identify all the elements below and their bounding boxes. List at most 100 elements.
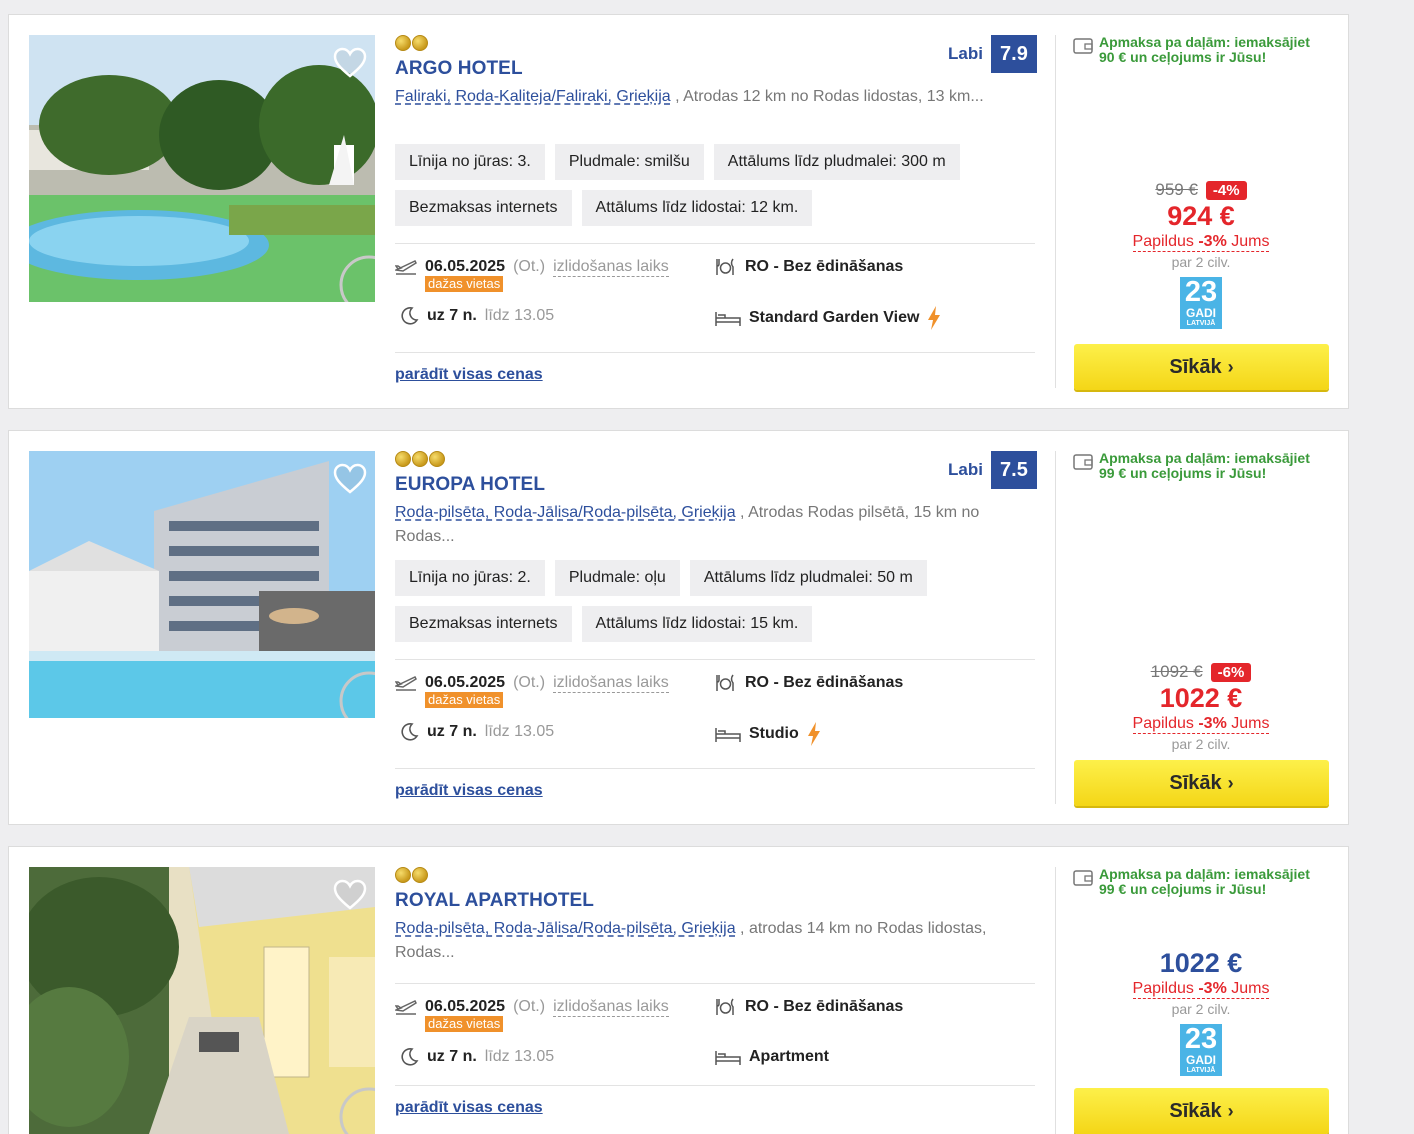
hotel-list: ARGO HOTEL Labi 7.9 Faliraki, Roda-Kalit… — [0, 0, 1414, 1134]
extra-discount[interactable]: Papildus -3% Jums — [1132, 232, 1270, 252]
star-icon — [395, 35, 411, 51]
rating-label: Labi — [948, 44, 983, 63]
hotel-card: ARGO HOTEL Labi 7.9 Faliraki, Roda-Kalit… — [8, 14, 1349, 409]
lightning-icon — [807, 722, 820, 746]
price-per-people: par 2 cilv. — [1171, 736, 1231, 752]
divider — [395, 243, 1035, 244]
hotel-photo[interactable] — [29, 867, 375, 1134]
divider — [395, 768, 1035, 769]
departure-time-link[interactable]: izlidošanas laiks — [553, 998, 669, 1017]
hotel-photo[interactable] — [29, 451, 375, 718]
current-price: 924 € — [1167, 201, 1235, 231]
duration: uz 7 n. līdz 13.05 — [399, 306, 554, 326]
feature-tag: Līnija no jūras: 2. — [395, 560, 545, 596]
column-divider — [1055, 451, 1056, 804]
hotel-card: EUROPA HOTEL Labi 7.5 Roda-pilsēta, Roda… — [8, 430, 1349, 825]
room-type: Apartment — [715, 1047, 829, 1067]
column-divider — [1055, 867, 1056, 1134]
hotel-card: ROYAL APARTHOTEL Roda-pilsēta, Roda-Jāli… — [8, 846, 1349, 1134]
departure-time-link[interactable]: izlidošanas laiks — [553, 674, 669, 693]
installment-note: Apmaksa pa daļām: iemaksājiet 90 € un ce… — [1073, 35, 1323, 65]
details-button[interactable]: Sīkāk › — [1074, 344, 1329, 390]
hotel-location: Roda-pilsēta, Roda-Jālisa/Roda-pilsēta, … — [395, 501, 995, 549]
star-rating — [395, 35, 428, 51]
location-link[interactable]: Roda-pilsēta, Roda-Jālisa/Roda-pilsēta, … — [395, 504, 736, 521]
divider — [395, 983, 1035, 984]
discount-badge: -4% — [1205, 180, 1247, 200]
hotel-name[interactable]: ARGO HOTEL — [395, 58, 523, 80]
favorite-heart-icon[interactable] — [333, 47, 367, 79]
bed-icon — [715, 728, 741, 742]
rating-value: 7.5 — [990, 451, 1037, 489]
divider — [395, 352, 1035, 353]
current-price: 1022 € — [1159, 948, 1243, 978]
show-all-prices-link[interactable]: parādīt visas cenas — [395, 366, 543, 384]
divider — [395, 659, 1035, 660]
rating-label: Labi — [948, 460, 983, 479]
feature-tag: Attālums līdz lidostai: 12 km. — [581, 190, 813, 226]
old-price: 1092 € — [1150, 662, 1203, 681]
installment-note: Apmaksa pa daļām: iemaksājiet 99 € un ce… — [1073, 867, 1323, 897]
departure-date: 06.05.2025 (Ot.) izlidošanas laiks — [395, 997, 669, 1017]
column-divider — [1055, 35, 1056, 388]
price-block: 959 € -4% 924 € Papildus -3% Jums par 2 … — [1073, 180, 1329, 329]
discount-badge: -6% — [1210, 662, 1252, 682]
star-icon — [395, 867, 411, 883]
details-button[interactable]: Sīkāk › — [1074, 760, 1329, 806]
show-all-prices-link[interactable]: parādīt visas cenas — [395, 1099, 543, 1117]
hotel-features: Līnija no jūras: 2. Pludmale: oļu Attālu… — [395, 560, 1035, 642]
room-type: Studio — [715, 722, 821, 746]
departure-date: 06.05.2025 (Ot.) izlidošanas laiks — [395, 673, 669, 693]
feature-tag: Attālums līdz pludmalei: 50 m — [689, 560, 927, 596]
hotel-name[interactable]: EUROPA HOTEL — [395, 474, 545, 496]
feature-tag: Bezmaksas internets — [395, 606, 572, 642]
current-price: 1022 € — [1159, 683, 1243, 713]
location-description: , Atrodas 12 km no Rodas lidostas, 13 km… — [670, 88, 984, 105]
plane-icon — [395, 1000, 417, 1015]
departure-date: 06.05.2025 (Ot.) izlidošanas laiks — [395, 257, 669, 277]
old-price: 959 € — [1155, 180, 1198, 199]
review-score: Labi 7.5 — [948, 451, 1037, 489]
meal-icon — [716, 258, 734, 275]
star-rating — [395, 867, 428, 883]
feature-tag: Attālums līdz lidostai: 15 km. — [581, 606, 813, 642]
star-icon — [412, 867, 428, 883]
price-block: 1092 € -6% 1022 € Papildus -3% Jums par … — [1073, 662, 1329, 754]
few-places-badge: dažas vietas — [425, 276, 504, 292]
duration: uz 7 n. līdz 13.05 — [399, 1047, 554, 1067]
meal-icon — [716, 998, 734, 1015]
lightning-icon — [928, 306, 941, 330]
extra-discount[interactable]: Papildus -3% Jums — [1132, 979, 1270, 999]
meal-icon — [716, 674, 734, 691]
board-type: RO - Bez ēdināšanas — [715, 673, 903, 693]
departure-time-link[interactable]: izlidošanas laiks — [553, 258, 669, 277]
moon-icon — [401, 307, 419, 325]
plane-icon — [395, 260, 417, 275]
star-icon — [429, 451, 445, 467]
location-link[interactable]: Roda-pilsēta, Roda-Jālisa/Roda-pilsēta, … — [395, 920, 736, 937]
divider — [395, 1085, 1035, 1086]
wallet-icon — [1073, 38, 1093, 54]
plane-icon — [395, 676, 417, 691]
chevron-right-icon: › — [1227, 356, 1234, 377]
board-type: RO - Bez ēdināšanas — [715, 257, 903, 277]
wallet-icon — [1073, 870, 1093, 886]
room-type: Standard Garden View — [715, 306, 941, 330]
hotel-photo[interactable] — [29, 35, 375, 302]
favorite-heart-icon[interactable] — [333, 463, 367, 495]
extra-discount[interactable]: Papildus -3% Jums — [1132, 714, 1270, 734]
location-link[interactable]: Faliraki, Roda-Kaliteja/Faliraki, Grieķi… — [395, 88, 671, 105]
installment-note: Apmaksa pa daļām: iemaksājiet 99 € un ce… — [1073, 451, 1323, 481]
details-button[interactable]: Sīkāk › — [1074, 1088, 1329, 1134]
bed-icon — [715, 1051, 741, 1065]
feature-tag: Pludmale: smilšu — [554, 144, 704, 180]
show-all-prices-link[interactable]: parādīt visas cenas — [395, 782, 543, 800]
wallet-icon — [1073, 454, 1093, 470]
anniversary-badge: 23 GADI LATVIJĀ — [1180, 277, 1222, 329]
hotel-name[interactable]: ROYAL APARTHOTEL — [395, 890, 594, 912]
hotel-location: Faliraki, Roda-Kaliteja/Faliraki, Grieķi… — [395, 85, 995, 109]
moon-icon — [401, 723, 419, 741]
price-per-people: par 2 cilv. — [1171, 1001, 1231, 1017]
star-icon — [412, 35, 428, 51]
favorite-heart-icon[interactable] — [333, 879, 367, 911]
